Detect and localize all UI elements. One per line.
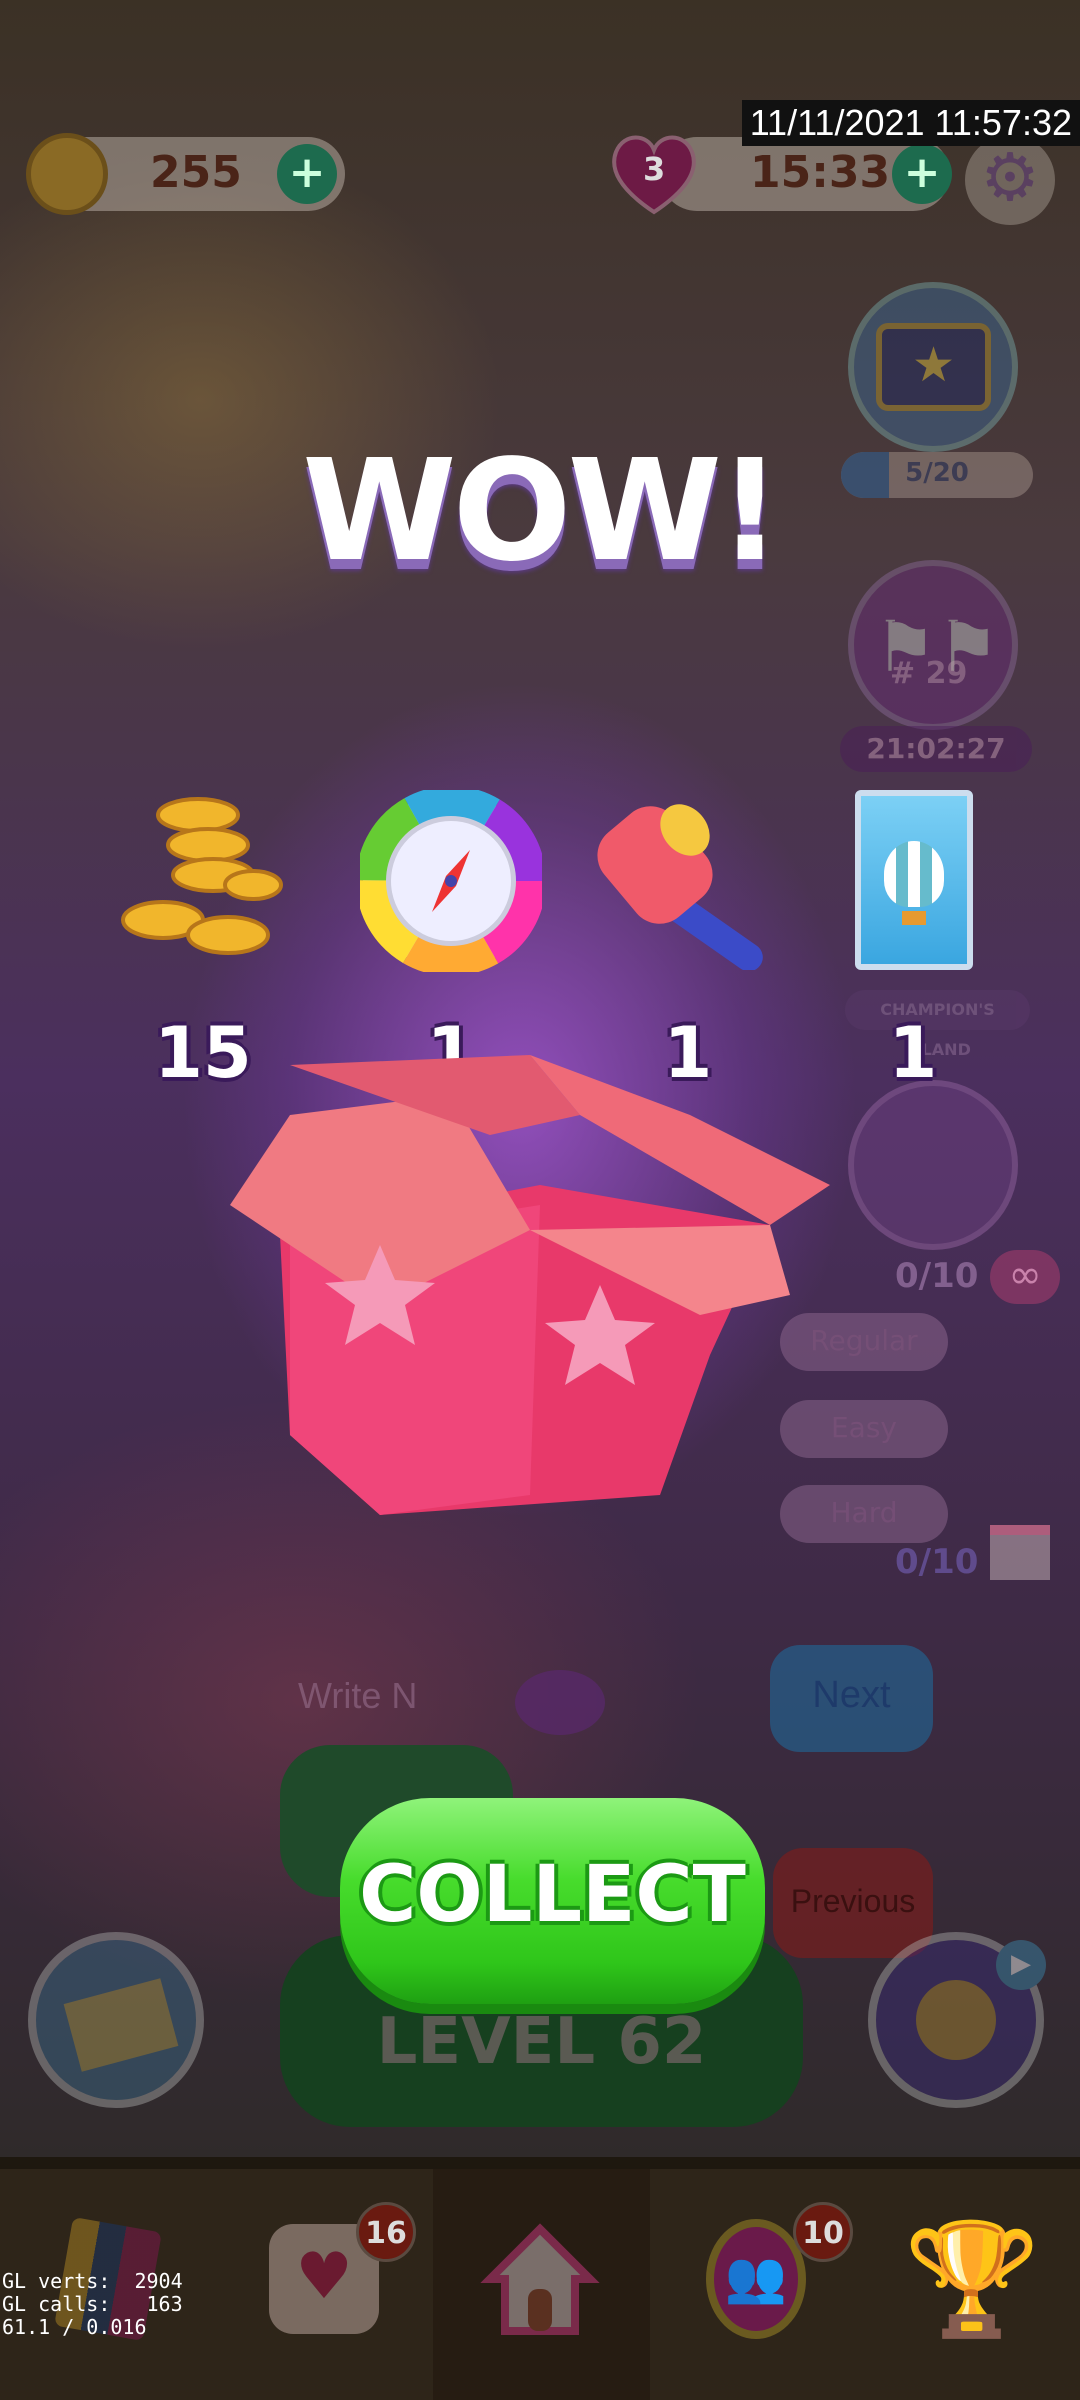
board-dot <box>515 1670 605 1735</box>
coins-icon <box>118 785 288 975</box>
compass-event-button[interactable] <box>848 1080 1018 1250</box>
gift-box-icon <box>230 1055 834 1515</box>
coin-count: 255 <box>150 147 242 198</box>
lives-count: 3 <box>643 150 666 188</box>
compass-progress: 0/10 <box>895 1256 979 1296</box>
nav-leaderboard-tab[interactable]: 🏆 <box>864 2157 1080 2400</box>
team-icon: 👥 <box>706 2218 806 2339</box>
previous-button[interactable]: Previous <box>773 1848 933 1958</box>
add-coins-button[interactable]: + <box>277 144 337 204</box>
star-chest-button[interactable]: ★ <box>848 282 1018 452</box>
write-hint-text: Write N <box>298 1675 418 1716</box>
video-camera-icon: ▶ <box>996 1940 1046 1990</box>
star-chest-icon: ★ <box>876 323 991 411</box>
video-coins-button[interactable]: ▶ <box>868 1932 1046 2108</box>
lives-counter[interactable]: 15:33 + <box>660 137 952 211</box>
heart-icon: 3 <box>608 128 700 218</box>
hammer-icon <box>590 790 790 972</box>
compass-icon <box>356 786 546 976</box>
reward-count-balloon: 1 <box>888 1012 938 1094</box>
coins-stack-icon <box>916 1980 996 2060</box>
collect-label: COLLECT <box>359 1850 746 1940</box>
debug-calls: GL calls: 163 <box>2 2292 183 2316</box>
trophy-icon: 🏆 <box>903 2214 1041 2343</box>
settings-gear-icon[interactable]: ⚙ <box>965 135 1055 225</box>
team-badge: 10 <box>793 2202 853 2262</box>
infinity-icon: ∞ <box>990 1250 1060 1304</box>
add-lives-button[interactable]: + <box>892 144 952 204</box>
gift-progress: 0/10 <box>895 1542 979 1582</box>
race-rank: # 29 <box>890 656 968 691</box>
next-button[interactable]: Next <box>770 1645 933 1752</box>
debug-verts: GL verts: 2904 <box>2 2269 183 2293</box>
nav-home-tab[interactable] <box>432 2157 648 2400</box>
map-icon <box>63 1978 179 2072</box>
life-timer: 15:33 <box>750 147 891 198</box>
coin-counter[interactable]: 255 + <box>26 133 345 215</box>
map-button[interactable] <box>28 1932 204 2108</box>
coin-icon <box>26 133 108 215</box>
mail-badge: 16 <box>356 2202 416 2262</box>
balloon-card-icon <box>855 790 973 970</box>
nav-mail-tab[interactable]: ♥ 16 <box>216 2157 432 2400</box>
nav-team-tab[interactable]: 👥 10 <box>648 2157 864 2400</box>
home-icon <box>480 2222 600 2335</box>
race-timer: 21:02:27 <box>840 726 1032 772</box>
timestamp-overlay: 11/11/2021 11:57:32 <box>741 100 1080 146</box>
wow-title: WOW! <box>302 430 782 593</box>
debug-overlay: GL verts: 2904 GL calls: 163 61.1 / 0.016 <box>2 2270 183 2339</box>
collect-button[interactable]: COLLECT <box>340 1798 765 2004</box>
level-label: LEVEL 62 <box>376 2005 707 2079</box>
debug-fps: 61.1 / 0.016 <box>2 2315 147 2339</box>
gift-icon <box>990 1525 1050 1580</box>
